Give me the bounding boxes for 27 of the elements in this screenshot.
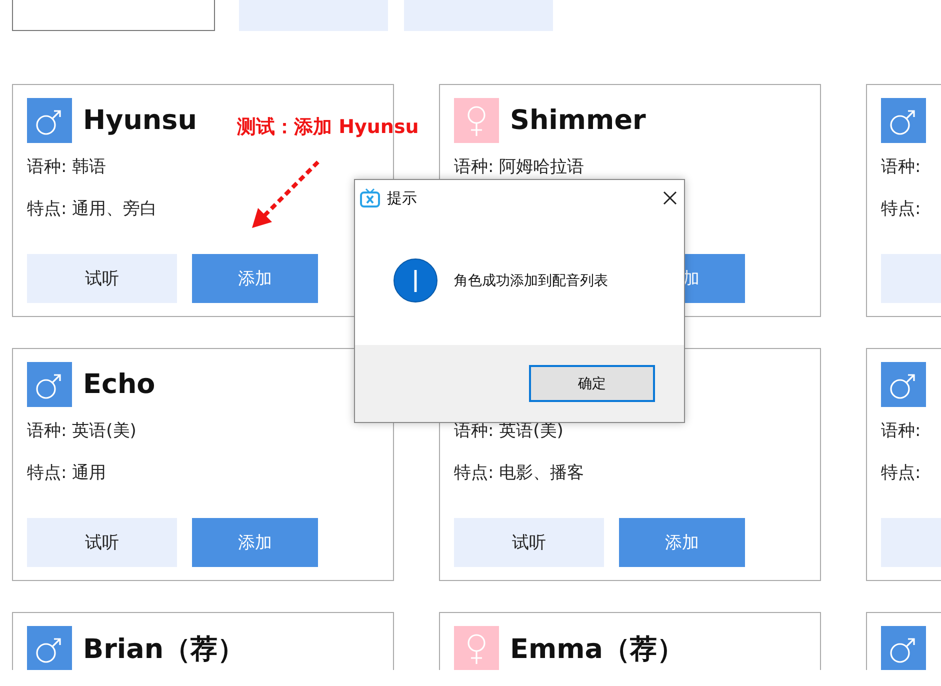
annotation-text: 测试：添加 Hyunsu xyxy=(237,115,419,140)
listen-button[interactable]: 试听 xyxy=(27,254,177,303)
voice-name: Emma（荐） xyxy=(510,632,684,666)
dialog-message: 角色成功添加到配音列表 xyxy=(454,272,608,290)
features-label: 特点: 电影、播客 xyxy=(454,462,586,484)
language-label: 语种: 阿姆哈拉语 xyxy=(454,156,586,178)
info-icon xyxy=(393,258,438,303)
tv-app-icon xyxy=(359,187,381,209)
language-label: 语种: 英语(美) xyxy=(27,420,138,442)
annotation-arrow xyxy=(250,158,322,230)
listen-button[interactable]: 试听 xyxy=(454,518,604,567)
features-label: 特点: xyxy=(881,198,922,220)
language-dropdown[interactable] xyxy=(12,0,215,31)
listen-button[interactable]: 试听 xyxy=(27,518,177,567)
voice-name: Brian（荐） xyxy=(83,632,245,666)
dialog-title: 提示 xyxy=(387,188,418,208)
voice-name: Hyunsu xyxy=(83,105,197,136)
features-label: 特点: 通用、旁白 xyxy=(27,198,158,220)
ok-button[interactable]: 确定 xyxy=(529,365,655,402)
language-label: 语种: 韩语 xyxy=(27,156,108,178)
voice-name: Echo xyxy=(83,369,156,400)
language-label: 语种: xyxy=(881,420,922,442)
voice-name: Shimmer xyxy=(510,105,646,136)
features-label: 特点: xyxy=(881,462,922,484)
language-label: 语种: xyxy=(881,156,922,178)
close-icon[interactable] xyxy=(662,190,678,206)
features-label: 特点: 通用 xyxy=(27,462,108,484)
